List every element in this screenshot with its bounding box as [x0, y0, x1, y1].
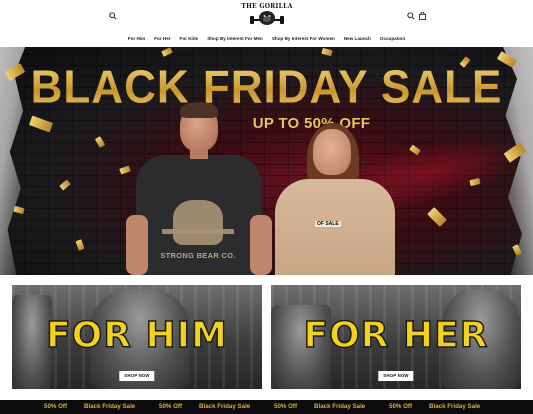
nav-item-for-kids[interactable]: For Kids [180, 33, 199, 45]
confetti-piece [321, 47, 333, 57]
marquee-item: 50% Off [159, 403, 183, 410]
confetti-piece [161, 47, 173, 57]
category-banner-for-him[interactable]: FOR HIM SHOP NOW [12, 285, 262, 389]
marquee-item: 50% Off [44, 403, 68, 410]
marquee-item: Black Friday Sale [199, 403, 251, 410]
confetti-piece [94, 136, 106, 148]
male-model: STRONG BEAR CO. [126, 102, 272, 275]
marquee-item: Black Friday Sale [84, 403, 136, 410]
storefront-page: THE GORILLA For Him For Her For Kids Sho… [0, 0, 533, 414]
confetti-piece [427, 207, 447, 227]
nav-item-for-her[interactable]: For Her [154, 33, 170, 45]
shirt-print-text: STRONG BEAR CO. [160, 251, 236, 260]
gorilla-logo-icon [250, 11, 284, 25]
shop-now-button[interactable]: SHOP NOW [378, 371, 414, 381]
hoodie-print-text: OF SALE [315, 221, 341, 227]
marquee-item: 50% Off [274, 403, 298, 410]
female-head [313, 129, 351, 175]
hero-banner[interactable]: BLACK FRIDAY SALE UP TO 50% OFF STRONG B… [0, 47, 533, 275]
site-header: THE GORILLA [0, 0, 533, 32]
nav-item-new-launch[interactable]: New Launch [344, 33, 371, 45]
brand-logo[interactable]: THE GORILLA [240, 3, 294, 29]
marquee-item: Black Friday Sale [314, 403, 366, 410]
confetti-piece [59, 179, 71, 191]
female-model: OF SALE [275, 123, 395, 275]
logo-text: THE GORILLA [241, 3, 293, 10]
shop-now-button[interactable]: SHOP NOW [119, 371, 155, 381]
category-banner-for-her[interactable]: FOR HER SHOP NOW [271, 285, 521, 389]
bear-graphic [173, 200, 223, 245]
nav-item-occupation[interactable]: Occupation [380, 33, 405, 45]
nav-item-interest-men[interactable]: Shop By Interest For Men [207, 33, 263, 45]
bag-icon[interactable] [415, 9, 429, 23]
male-left-arm [126, 215, 148, 275]
marquee-item: 50% Off [389, 403, 413, 410]
category-title: FOR HER [303, 314, 489, 357]
nav-item-interest-women[interactable]: Shop By Interest For Women [272, 33, 335, 45]
search-icon[interactable] [106, 9, 120, 23]
male-hair [180, 102, 218, 118]
announcement-marquee: 50% Off Black Friday Sale 50% Off Black … [0, 400, 533, 414]
confetti-piece [75, 239, 85, 251]
category-title: FOR HIM [45, 314, 228, 357]
marquee-item: Black Friday Sale [429, 403, 481, 410]
main-nav: For Him For Her For Kids Shop By Interes… [0, 33, 533, 45]
female-hoodie [275, 179, 395, 275]
nav-item-for-him[interactable]: For Him [128, 33, 145, 45]
male-right-arm [250, 215, 272, 275]
confetti-piece [13, 205, 25, 215]
